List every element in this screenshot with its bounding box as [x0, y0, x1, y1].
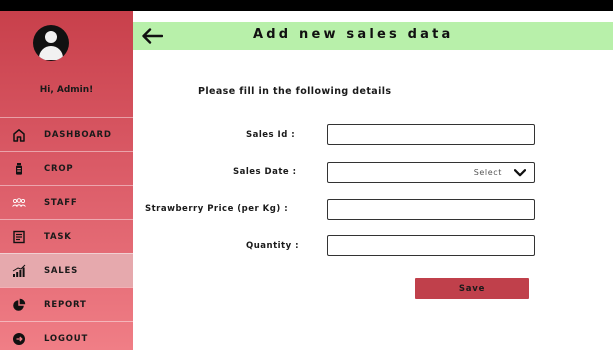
sidebar-item-label: TASK — [44, 231, 72, 242]
save-button[interactable]: Save — [415, 278, 529, 299]
strawberry-price-label: Strawberry Price (per Kg) : — [145, 204, 289, 214]
sidebar: Hi, Admin! DASHBOARD CROP STAFF TASK SAL… — [0, 11, 133, 350]
strawberry-price-input[interactable] — [327, 199, 535, 220]
window-top-bar — [0, 0, 613, 11]
sales-chart-icon — [12, 264, 26, 277]
sidebar-item-staff[interactable]: STAFF — [0, 185, 133, 219]
sales-id-input[interactable] — [327, 124, 535, 145]
quantity-input[interactable] — [327, 235, 535, 256]
staff-icon — [12, 198, 26, 207]
sidebar-item-label: STAFF — [44, 197, 78, 208]
sidebar-item-label: CROP — [44, 163, 74, 174]
form-instruction: Please fill in the following details — [198, 86, 392, 97]
logout-icon — [13, 333, 25, 345]
sidebar-item-crop[interactable]: CROP — [0, 151, 133, 185]
admin-avatar-icon — [33, 25, 69, 61]
greeting-text: Hi, Admin! — [39, 85, 94, 95]
task-icon — [13, 230, 25, 244]
page-header: Add new sales data — [133, 22, 613, 50]
back-arrow-icon[interactable] — [141, 27, 163, 45]
sidebar-item-label: DASHBOARD — [44, 129, 112, 140]
crop-icon — [16, 163, 22, 175]
sidebar-item-logout[interactable]: LOGOUT — [0, 321, 133, 350]
sales-id-label: Sales Id : — [246, 130, 296, 140]
sales-date-selected-value: Select — [473, 168, 502, 177]
sales-date-select[interactable]: Select — [327, 162, 535, 183]
sales-date-label: Sales Date : — [233, 167, 297, 177]
home-icon — [13, 129, 25, 142]
sidebar-item-dashboard[interactable]: DASHBOARD — [0, 117, 133, 151]
pie-chart-icon — [13, 298, 26, 311]
sidebar-item-label: SALES — [44, 265, 79, 276]
sidebar-item-report[interactable]: REPORT — [0, 287, 133, 321]
sidebar-item-task[interactable]: TASK — [0, 219, 133, 253]
quantity-label: Quantity : — [246, 241, 300, 251]
sidebar-item-label: REPORT — [44, 299, 87, 310]
sidebar-item-sales[interactable]: SALES — [0, 253, 133, 287]
chevron-down-icon — [514, 168, 526, 176]
sidebar-item-label: LOGOUT — [44, 333, 89, 344]
sidebar-nav: DASHBOARD CROP STAFF TASK SALES REPORT L… — [0, 117, 133, 350]
page-title: Add new sales data — [253, 27, 454, 42]
